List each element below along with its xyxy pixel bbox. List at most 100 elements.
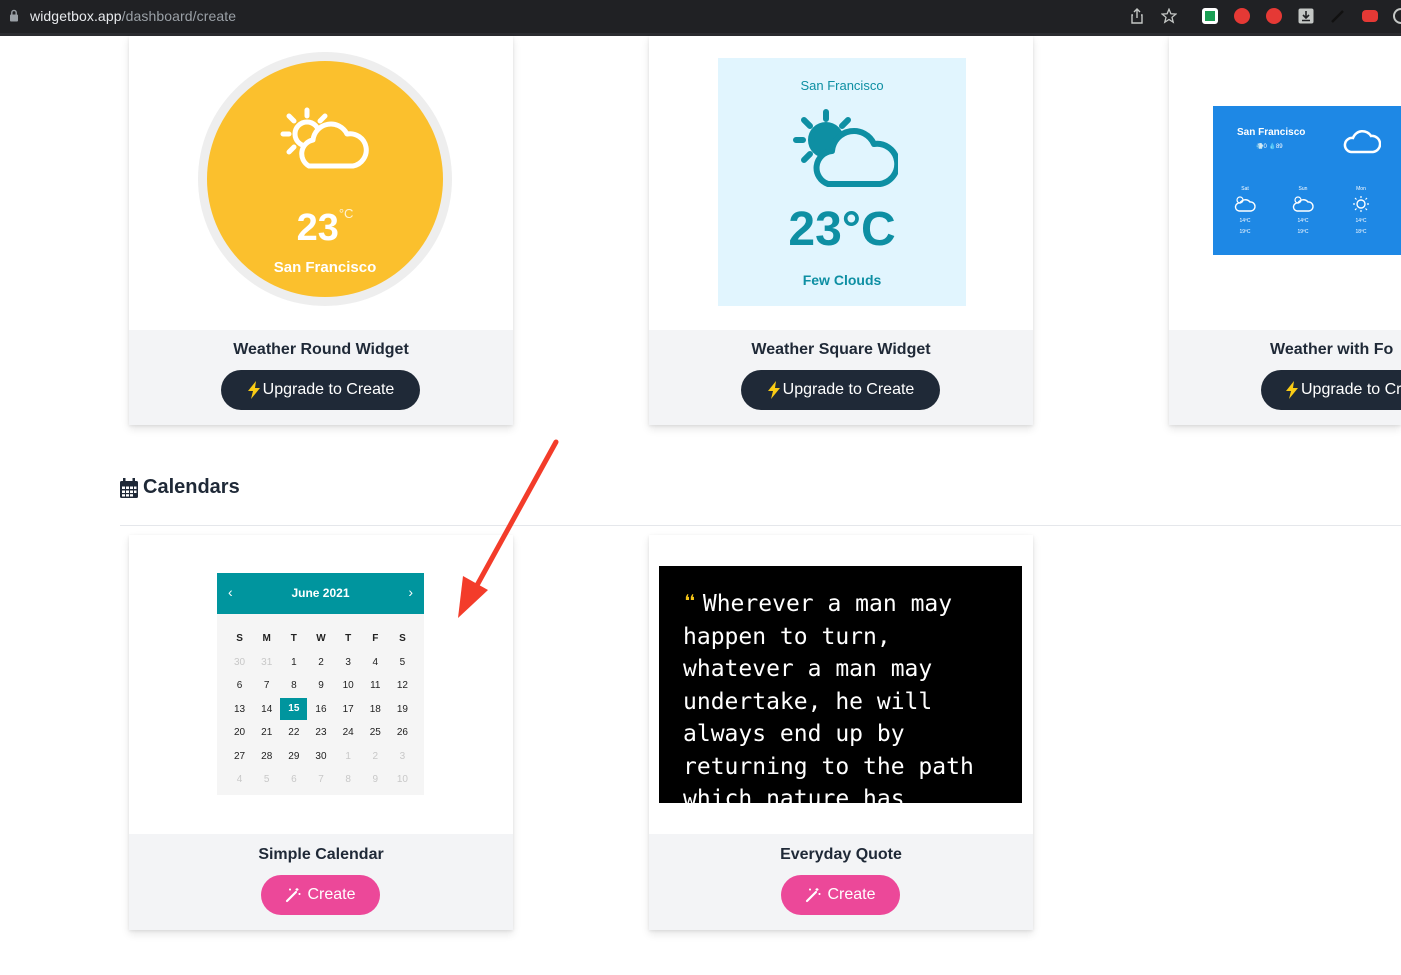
round-temperature: 23°C	[296, 206, 354, 249]
round-city: San Francisco	[273, 259, 377, 276]
calendar-day[interactable]: 5	[389, 657, 416, 668]
calendar-week-row: 27 28 29 30 1 2 3	[226, 745, 416, 769]
create-button[interactable]: Create	[261, 875, 380, 915]
calendar-day[interactable]: 13	[226, 704, 253, 715]
calendar-day[interactable]: 16	[307, 704, 334, 715]
calendar-day[interactable]: 4	[362, 657, 389, 668]
browser-url-bar[interactable]: widgetbox.app/dashboard/create	[0, 0, 1401, 33]
lock-icon	[10, 9, 18, 22]
cloud-sun-icon	[1234, 196, 1256, 212]
calendar-weekday-row: SMTWTFS	[226, 627, 416, 651]
calendar-day[interactable]: 12	[389, 680, 416, 691]
lightning-icon	[767, 381, 780, 399]
square-widget: San Francisco 23°C Few Clouds	[718, 58, 966, 306]
profile-icon[interactable]	[1393, 8, 1401, 24]
calendar-day[interactable]: 20	[226, 727, 253, 738]
widget-card-weather-forecast: San Francisco 💨0 💧89 Sat 14ºC 19ºC Sun 1…	[1169, 36, 1401, 425]
calendar-day[interactable]: 8	[280, 680, 307, 691]
calendar-week-row: 13 14 15 16 17 18 19	[226, 698, 416, 722]
calendar-day[interactable]: 3	[389, 751, 416, 762]
widget-title: Weather Round Widget	[233, 341, 409, 358]
calendar-day[interactable]: 23	[307, 727, 334, 738]
widget-card-weather-square: San Francisco 23°C Few Clouds Weather Sq…	[649, 36, 1033, 425]
extension-green-icon[interactable]	[1202, 8, 1218, 24]
widget-preview[interactable]: San Francisco 23°C Few Clouds	[649, 36, 1033, 330]
calendar-day[interactable]: 7	[307, 774, 334, 785]
calendar-day[interactable]: 28	[253, 751, 280, 762]
calendar-day[interactable]: 4	[226, 774, 253, 785]
calendar-day[interactable]: 30	[226, 657, 253, 668]
create-button[interactable]: Create	[781, 875, 900, 915]
calendar-day[interactable]: 30	[307, 751, 334, 762]
quote-line: whatever a man may	[683, 656, 933, 682]
calendar-day[interactable]: 9	[362, 774, 389, 785]
calendar-week-row: 6 7 8 9 10 11 12	[226, 674, 416, 698]
calendar-day[interactable]: 29	[280, 751, 307, 762]
calendar-day-today[interactable]: 15	[280, 698, 308, 721]
calendar-day[interactable]: 7	[253, 680, 280, 691]
weekday-label: T	[345, 633, 352, 645]
calendar-grid: S M T W T F S 30 31 1 2 3 4 5 6 7 8 9 10 11 12 13 14 15 16 17 18 19…	[226, 627, 416, 792]
calendar-day[interactable]: 5	[253, 774, 280, 785]
calendar-day[interactable]: 2	[362, 751, 389, 762]
upgrade-to-create-button[interactable]: Upgrade to Cr	[1261, 370, 1401, 410]
calendar-day[interactable]: 2	[307, 657, 334, 668]
calendar-day[interactable]: 18	[362, 704, 389, 715]
lightning-icon	[247, 381, 260, 399]
calendar-day[interactable]: 19	[389, 704, 416, 715]
extension-hand-icon[interactable]	[1266, 8, 1282, 24]
widget-preview[interactable]: ❝ Wherever a man may happen to turn, whatev…	[649, 535, 1033, 834]
square-city: San Francisco	[800, 78, 884, 93]
round-widget-face: 23°C San Francisco	[207, 61, 443, 297]
calendar-header: ‹ June 2021 ›	[217, 573, 424, 614]
calendar-day[interactable]: 8	[335, 774, 362, 785]
upgrade-to-create-button[interactable]: Upgrade to Create	[221, 370, 420, 410]
calendar-day[interactable]: 6	[280, 774, 307, 785]
calendar-day[interactable]: 9	[307, 680, 334, 691]
sun-icon	[1353, 196, 1369, 212]
adblock-icon[interactable]	[1234, 8, 1250, 24]
calendar-day[interactable]: 31	[253, 657, 280, 668]
widget-preview[interactable]: 23°C San Francisco	[129, 36, 513, 330]
calendar-day[interactable]: 10	[335, 680, 362, 691]
calendar-day[interactable]: 24	[335, 727, 362, 738]
youtube-extension-icon[interactable]	[1362, 10, 1378, 22]
quote-line: undertake, he will	[683, 688, 933, 715]
calendar-day[interactable]: 1	[335, 751, 362, 762]
calendar-day[interactable]: 17	[335, 704, 362, 715]
star-bookmark-icon[interactable]	[1161, 8, 1177, 24]
quote-line: returning to the path	[683, 753, 974, 780]
quote-mark-icon: ❝	[683, 591, 697, 617]
calendar-day[interactable]: 27	[226, 751, 253, 762]
section-heading-calendars: Calendars	[120, 476, 240, 499]
calendar-month: June 2021	[291, 586, 350, 600]
weekday-label: S	[236, 633, 243, 645]
upgrade-to-create-button[interactable]: Upgrade to Create	[741, 370, 940, 410]
calendar-day[interactable]: 1	[280, 657, 307, 668]
pen-extension-icon[interactable]	[1330, 8, 1346, 24]
quote-line: ❝ Wherever a man may	[683, 591, 953, 617]
calendar-day[interactable]: 21	[253, 727, 280, 738]
calendar-day[interactable]: 26	[389, 727, 416, 738]
share-icon[interactable]	[1130, 8, 1144, 24]
calendar-day[interactable]: 11	[362, 680, 389, 691]
square-description: Few Clouds	[802, 272, 882, 288]
widget-title: Weather Square Widget	[751, 341, 931, 358]
calendar-day[interactable]: 3	[335, 657, 362, 668]
url-text[interactable]: widgetbox.app/dashboard/create	[30, 8, 236, 24]
widget-preview[interactable]: San Francisco 💨0 💧89 Sat 14ºC 19ºC Sun 1…	[1169, 36, 1401, 330]
calendar-day[interactable]: 6	[226, 680, 253, 691]
calendar-day[interactable]: 25	[362, 727, 389, 738]
calendar-day[interactable]: 14	[253, 704, 280, 715]
weekday-label: F	[372, 633, 379, 645]
cloud-sun-icon	[1292, 196, 1314, 212]
calendar-day[interactable]: 10	[389, 774, 416, 785]
calendar-day[interactable]: 22	[280, 727, 307, 738]
quote-widget: ❝ Wherever a man may happen to turn, whatev…	[659, 566, 1022, 803]
download-icon[interactable]	[1298, 8, 1314, 24]
sun-cloud-icon	[280, 107, 369, 169]
chevron-right-icon[interactable]: ›	[408, 584, 413, 600]
forecast-widget: San Francisco 💨0 💧89 Sat 14ºC 19ºC Sun 1…	[1213, 106, 1401, 255]
cloud-icon	[1343, 129, 1381, 154]
calendar-week-row: 4 5 6 7 8 9 10	[226, 768, 416, 792]
